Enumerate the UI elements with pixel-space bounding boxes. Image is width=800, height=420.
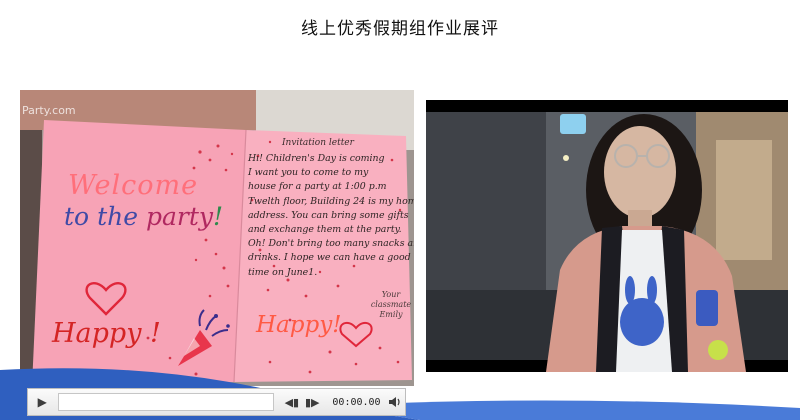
letter-line: and exchange them at the party. [248, 224, 402, 236]
letter-line: Oh! Don't bring too many snacks and [248, 238, 414, 250]
skip-forward-button[interactable]: ▮▶ [302, 391, 322, 413]
skip-forward-icon: ▮▶ [304, 395, 320, 409]
letter-line: address. You can bring some gifts [248, 209, 409, 221]
card-to-the-party-text: to the party! [64, 202, 223, 231]
word-party: party [145, 202, 213, 231]
video-frame [426, 100, 788, 372]
letter-line: time on June1. [248, 266, 318, 278]
word-to: to [64, 202, 90, 231]
play-button[interactable]: ▶ [32, 391, 52, 413]
letter-signature: Your classmate Emily [368, 290, 414, 320]
volume-icon [388, 397, 400, 407]
skip-back-icon: ◀▮ [284, 395, 300, 409]
signature-line: Your classmate [370, 290, 412, 309]
volume-button[interactable] [385, 391, 405, 413]
play-icon: ▶ [37, 395, 47, 409]
skip-back-button[interactable]: ◀▮ [282, 391, 302, 413]
word-bang: ! [213, 202, 224, 231]
letter-title: Invitation letter [282, 138, 354, 148]
photo-watermark: Party.com [22, 104, 76, 117]
video-panel[interactable] [426, 100, 788, 372]
letter-line: Hi! Children's Day is coming [248, 153, 385, 164]
card-happy-right: Happy! [256, 312, 342, 338]
time-readout: 00:00.00 [332, 396, 381, 408]
seek-bar[interactable] [58, 393, 274, 411]
word-the: the [97, 202, 139, 231]
page-title: 线上优秀假期组作业展评 [301, 19, 499, 39]
media-control-bar: ▶ ◀▮ ▮▶ 00:00.00 [27, 388, 406, 416]
letter-body: Hi! Children's Day is coming I want you … [248, 152, 414, 280]
letter-line: I want you to come to my [248, 167, 369, 179]
card-photo: Party.com Welcome to the party! Happy ! … [20, 90, 414, 386]
signature-name: Emily [379, 310, 403, 319]
card-welcome-text: Welcome [68, 170, 199, 201]
letter-line: Twelth floor, Building 24 is my home [248, 195, 414, 207]
card-happy-left: Happy ! [52, 318, 161, 349]
letter-line: house for a party at 1:00 p.m [248, 181, 387, 193]
letter-line: drinks. I hope we can have a good [248, 252, 411, 264]
